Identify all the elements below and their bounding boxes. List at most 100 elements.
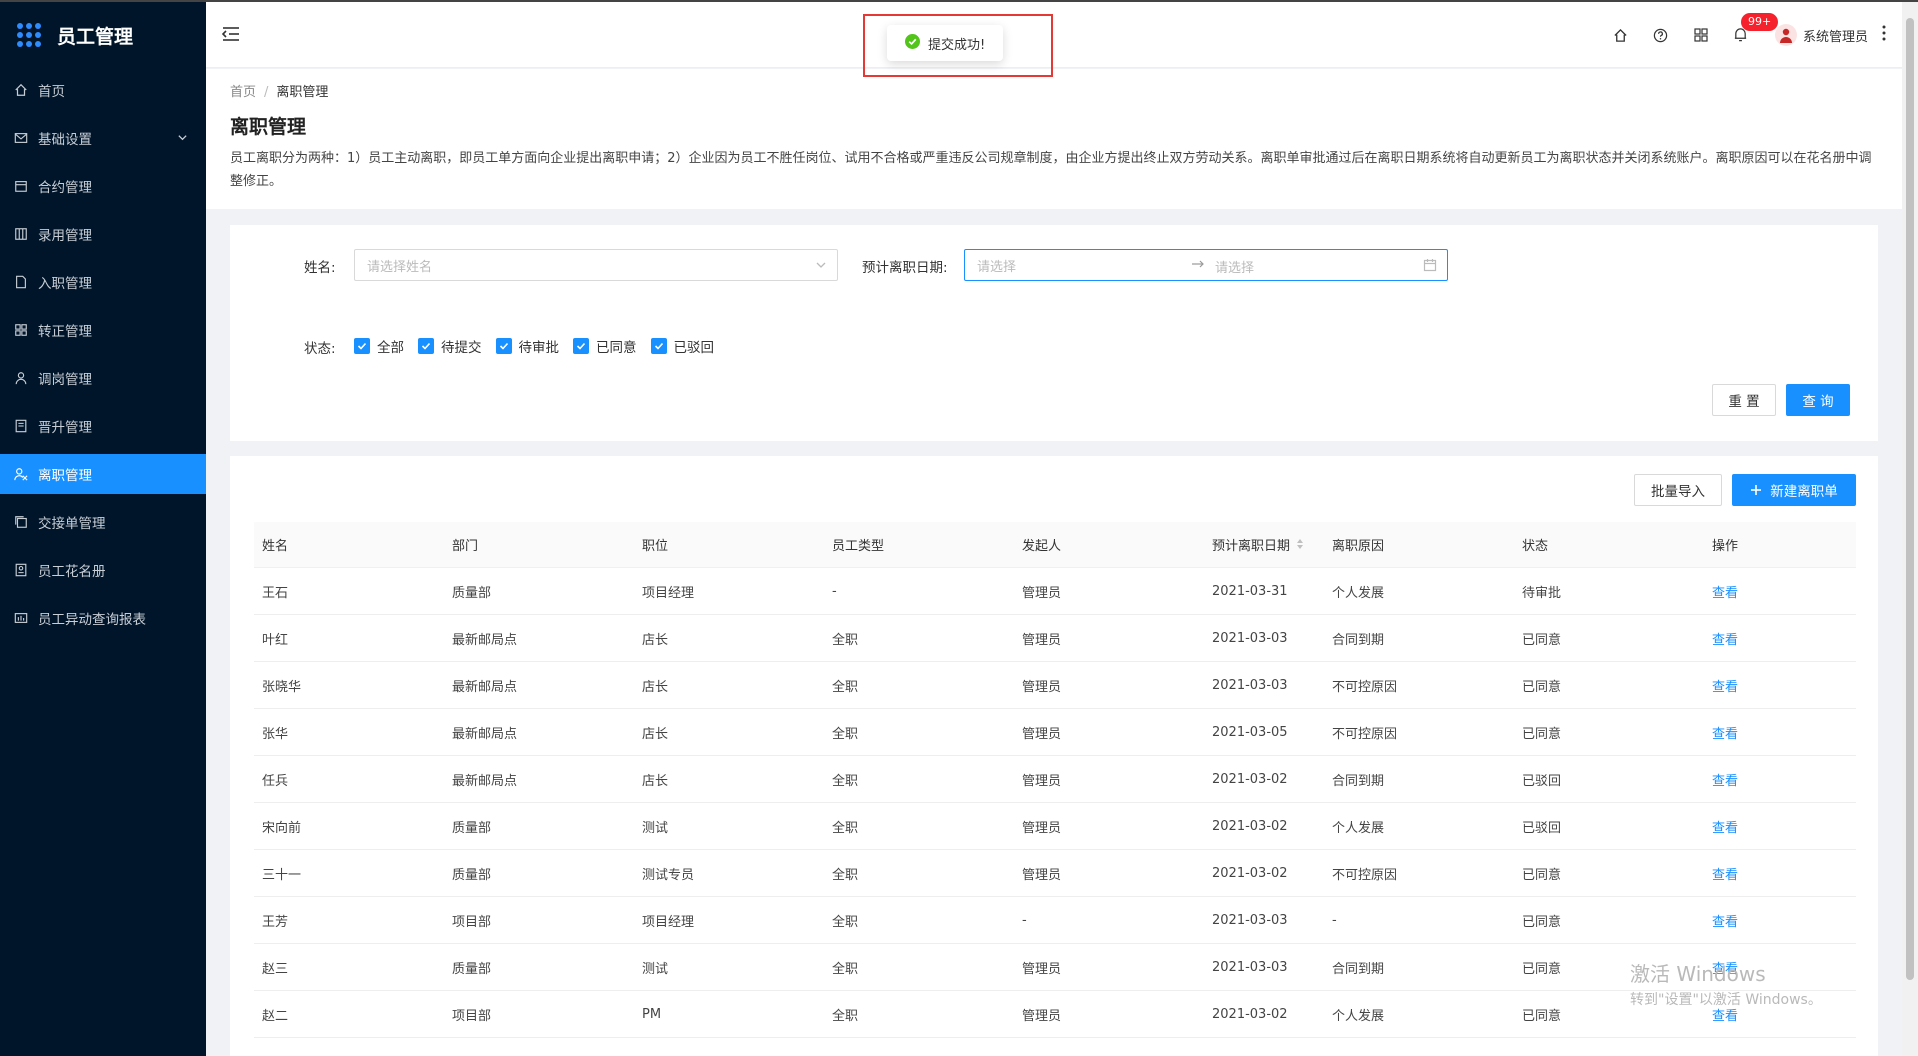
table-row: 王芳 项目部 项目经理 全职 - 2021-03-03 - 已同意 查看 xyxy=(254,897,1856,944)
breadcrumb-current: 离职管理 xyxy=(276,85,329,100)
layout-icon xyxy=(14,227,28,241)
scrollbar-thumb[interactable] xyxy=(1906,18,1914,980)
table-cell: 不可控原因 xyxy=(1332,679,1398,695)
page-scrollbar[interactable] xyxy=(1902,0,1918,1056)
table-cell: 2021-03-05 xyxy=(1212,724,1288,740)
sidebar-item-3[interactable]: 录用管理 xyxy=(0,214,206,254)
menu-fold-icon[interactable] xyxy=(221,26,240,46)
sort-icon[interactable] xyxy=(1296,538,1304,554)
sidebar-item-label: 员工花名册 xyxy=(38,564,106,580)
table-cell: 不可控原因 xyxy=(1332,867,1398,883)
notification-bell[interactable]: 99+ xyxy=(1721,2,1779,68)
resignation-table: 姓名 部门 职位 员工类型 发起人 预计离职日期 离职原因 状态 操作 王石 质量部 项目经理 - 管理… xyxy=(254,522,1856,1038)
column-header-5[interactable]: 预计离职日期 xyxy=(1204,535,1324,555)
table-row: 王石 质量部 项目经理 - 管理员 2021-03-31 个人发展 待审批 查看 xyxy=(254,568,1856,615)
table-cell: 店长 xyxy=(642,679,669,695)
leave-icon xyxy=(14,467,28,481)
reset-button[interactable]: 重 置 xyxy=(1712,384,1776,416)
table-cell: 测试 xyxy=(642,820,669,836)
table-cell: 已驳回 xyxy=(1522,773,1562,789)
watermark-line2: 转到"设置"以激活 Windows。 xyxy=(1630,992,1822,1008)
view-link[interactable]: 查看 xyxy=(1704,817,1856,836)
view-link[interactable]: 查看 xyxy=(1704,723,1856,742)
table-cell: 2021-03-02 xyxy=(1212,771,1288,787)
column-header-3: 员工类型 xyxy=(824,535,1014,554)
window-top-border xyxy=(0,0,1918,2)
sidebar-item-9[interactable]: 交接单管理 xyxy=(0,502,206,542)
sidebar-item-10[interactable]: 员工花名册 xyxy=(0,550,206,590)
sidebar-item-11[interactable]: 员工异动查询报表 xyxy=(0,598,206,638)
sidebar-item-6[interactable]: 调岗管理 xyxy=(0,358,206,398)
sidebar-item-5[interactable]: 转正管理 xyxy=(0,310,206,350)
status-checkbox-label: 待审批 xyxy=(518,340,560,356)
user-menu[interactable]: 系统管理员 xyxy=(1774,24,1868,46)
status-checkbox-2[interactable]: 待审批 xyxy=(495,336,560,356)
chevron-down-icon xyxy=(815,259,827,275)
sidebar-item-2[interactable]: 合约管理 xyxy=(0,166,206,206)
column-header-1: 部门 xyxy=(444,535,634,554)
checkbox-checked-icon xyxy=(418,338,434,354)
app-logo[interactable]: 员工管理 xyxy=(0,0,206,70)
column-header-0: 姓名 xyxy=(254,535,444,554)
table-cell: 已同意 xyxy=(1522,726,1562,742)
sidebar-item-8[interactable]: 离职管理 xyxy=(0,454,206,494)
new-resignation-label: 新建离职单 xyxy=(1770,484,1838,500)
table-cell: 2021-03-03 xyxy=(1212,677,1288,693)
table-cell: 最新邮局点 xyxy=(452,679,518,695)
column-header-label: 预计离职日期 xyxy=(1212,538,1291,554)
breadcrumb-home[interactable]: 首页 xyxy=(230,85,256,100)
view-link[interactable]: 查看 xyxy=(1704,864,1856,883)
column-header-label: 状态 xyxy=(1522,539,1549,554)
date-start-input[interactable]: 请选择 xyxy=(977,256,1016,275)
sidebar-item-4[interactable]: 入职管理 xyxy=(0,262,206,302)
sidebar-item-0[interactable]: 首页 xyxy=(0,70,206,110)
apps-icon[interactable] xyxy=(1681,2,1721,68)
status-checkbox-4[interactable]: 已驳回 xyxy=(650,336,714,356)
sidebar-item-label: 转正管理 xyxy=(38,324,92,340)
table-cell: 管理员 xyxy=(1022,820,1062,836)
table-cell: 管理员 xyxy=(1022,585,1062,601)
sidebar-item-7[interactable]: 晋升管理 xyxy=(0,406,206,446)
table-cell: 2021-03-03 xyxy=(1212,912,1288,928)
query-button[interactable]: 查 询 xyxy=(1786,384,1850,416)
table-cell: 张华 xyxy=(262,726,289,742)
user-icon xyxy=(14,371,28,385)
doc-icon xyxy=(14,419,28,433)
filter-panel: 姓名: 请选择姓名 预计离职日期: 请选择 请选择 状态: 全部 待提交 待审批 已同… xyxy=(230,225,1878,441)
status-checkbox-3[interactable]: 已同意 xyxy=(573,336,637,356)
name-select[interactable]: 请选择姓名 xyxy=(354,249,838,281)
table-cell: 2021-03-31 xyxy=(1212,583,1288,599)
sidebar-item-label: 基础设置 xyxy=(38,132,92,148)
status-checkbox-0[interactable]: 全部 xyxy=(354,336,404,356)
date-end-input[interactable]: 请选择 xyxy=(1215,257,1254,276)
app-title: 员工管理 xyxy=(57,25,134,48)
view-link[interactable]: 查看 xyxy=(1704,911,1856,930)
status-checkbox-1[interactable]: 待提交 xyxy=(418,336,482,356)
table-row: 赵三 质量部 测试 全职 管理员 2021-03-03 合同到期 已同意 查看 xyxy=(254,944,1856,991)
table-cell: 任兵 xyxy=(262,773,289,789)
view-link[interactable]: 查看 xyxy=(1704,770,1856,789)
view-link[interactable]: 查看 xyxy=(1704,582,1856,601)
sidebar-item-label: 首页 xyxy=(38,84,65,100)
sidebar-item-1[interactable]: 基础设置 xyxy=(0,118,206,158)
table-cell: 管理员 xyxy=(1022,1008,1062,1024)
view-link[interactable]: 查看 xyxy=(1704,676,1856,695)
batch-import-button[interactable]: 批量导入 xyxy=(1634,474,1722,506)
page-title: 离职管理 xyxy=(230,116,307,138)
column-header-label: 离职原因 xyxy=(1332,539,1385,554)
more-vertical-icon[interactable] xyxy=(1882,25,1886,45)
table-cell: - xyxy=(1022,912,1027,928)
help-icon[interactable] xyxy=(1641,2,1681,68)
table-cell: 质量部 xyxy=(452,585,492,601)
table-cell: 2021-03-03 xyxy=(1212,630,1288,646)
new-resignation-button[interactable]: 新建离职单 xyxy=(1732,474,1856,506)
table-cell: 项目经理 xyxy=(642,585,695,601)
home-icon[interactable] xyxy=(1601,2,1641,68)
table-cell: 个人发展 xyxy=(1332,585,1385,601)
table-cell: 质量部 xyxy=(452,820,492,836)
table-row: 叶红 最新邮局点 店长 全职 管理员 2021-03-03 合同到期 已同意 查看 xyxy=(254,615,1856,662)
date-range-picker[interactable]: 请选择 请选择 xyxy=(964,249,1448,281)
view-link[interactable]: 查看 xyxy=(1704,629,1856,648)
table-cell: - xyxy=(1332,912,1337,928)
table-cell: 赵二 xyxy=(262,1008,289,1024)
